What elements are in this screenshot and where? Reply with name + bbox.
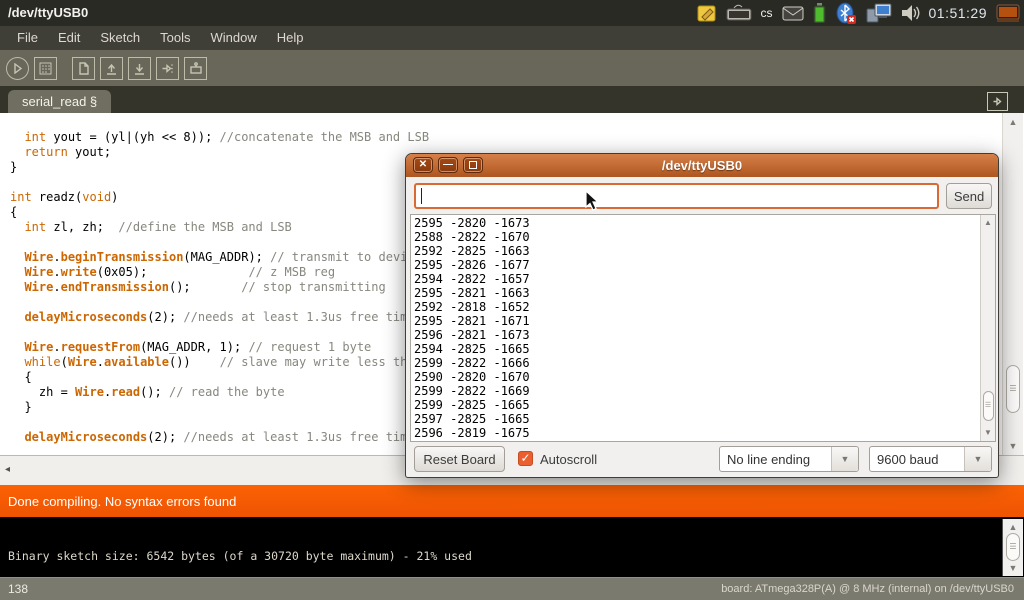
bluetooth-icon[interactable] [835,2,857,25]
toolbar [0,50,1024,86]
tab-bar: serial_read § [0,86,1024,113]
upload-button[interactable] [156,57,179,80]
serial-send-input[interactable] [414,183,939,209]
stop-button[interactable] [34,57,57,80]
top-panel: /dev/ttyUSB0 cs 01:51:29 [0,0,1024,26]
serial-monitor-window: /dev/ttyUSB0 ✕ — Send 2595 -2820 -1673 2… [405,153,999,478]
battery-icon[interactable] [813,3,826,23]
editor-vertical-scrollbar[interactable]: ▲ ☰ ▼ [1002,113,1023,455]
menu-edit[interactable]: Edit [49,28,89,48]
line-ending-value: No line ending [720,447,831,471]
code-area[interactable]: int yout = (yl|(yh << 8)); //concatenate… [10,130,429,445]
clock[interactable]: 01:51:29 [929,5,988,21]
editor-scrollbar-thumb[interactable]: ☰ [1006,365,1020,413]
minimize-button[interactable]: — [438,157,458,173]
text-caret [421,188,422,204]
menubar: File Edit Sketch Tools Window Help [0,26,1024,50]
serial-monitor-controls: Reset Board ✓ Autoscroll No line ending … [406,442,1000,477]
serial-scroll-down-icon[interactable]: ▼ [981,428,995,438]
line-ending-dropdown[interactable]: No line ending ▼ [719,446,859,472]
status-footer: 138 board: ATmega328P(A) @ 8 MHz (intern… [0,577,1024,600]
scroll-left-icon[interactable]: ◂ [5,464,10,475]
scroll-up-icon[interactable]: ▲ [1003,117,1023,127]
serial-output-area[interactable]: 2595 -2820 -1673 2588 -2822 -1670 2592 -… [410,214,996,442]
window-buttons: ✕ — [413,157,483,173]
console-vertical-scrollbar[interactable]: ▲ ☰ ▼ [1002,519,1023,576]
console-scroll-up-icon[interactable]: ▲ [1003,522,1023,532]
menu-tools[interactable]: Tools [151,28,199,48]
volume-icon[interactable] [901,4,920,22]
new-sketch-button[interactable] [72,57,95,80]
scroll-down-icon[interactable]: ▼ [1003,441,1023,451]
baud-rate-dropdown[interactable]: 9600 baud ▼ [869,446,992,472]
line-number-indicator: 138 [8,582,28,596]
mail-icon[interactable] [782,6,804,21]
network-icon[interactable] [866,3,892,24]
serial-scroll-up-icon[interactable]: ▲ [981,218,995,228]
console-scrollbar-thumb[interactable]: ☰ [1006,533,1020,561]
serial-monitor-button[interactable] [184,57,207,80]
save-sketch-button[interactable] [128,57,151,80]
compile-status-message: Done compiling. No syntax errors found [8,494,236,509]
tab-serial-read[interactable]: serial_read § [8,90,111,113]
serial-monitor-title: /dev/ttyUSB0 [662,158,742,173]
close-button[interactable]: ✕ [413,157,433,173]
tab-menu-icon[interactable] [987,92,1008,111]
chevron-down-icon[interactable]: ▼ [831,447,858,471]
console-message: Binary sketch size: 6542 bytes (of a 307… [8,549,472,563]
chevron-down-icon[interactable]: ▼ [964,447,991,471]
menu-window[interactable]: Window [201,28,265,48]
board-info: board: ATmega328P(A) @ 8 MHz (internal) … [721,583,1014,595]
verify-button[interactable] [6,57,29,80]
keyboard-layout-icon[interactable] [726,4,752,22]
autoscroll-label: Autoscroll [540,452,597,467]
menu-help[interactable]: Help [268,28,313,48]
serial-scrollbar-thumb[interactable]: ☰ [983,391,994,421]
console-output: Binary sketch size: 6542 bytes (of a 307… [0,517,1024,577]
system-tray: cs 01:51:29 [697,0,1021,26]
maximize-button[interactable] [463,157,483,173]
menu-file[interactable]: File [8,28,47,48]
serial-monitor-titlebar[interactable]: /dev/ttyUSB0 [406,154,998,177]
panel-window-title: /dev/ttyUSB0 [8,5,88,20]
send-button[interactable]: Send [946,183,992,209]
session-menu-icon[interactable] [996,4,1020,23]
mouse-cursor [585,190,601,212]
notes-icon[interactable] [697,4,717,23]
reset-board-button[interactable]: Reset Board [414,446,505,472]
menu-sketch[interactable]: Sketch [91,28,149,48]
keyboard-layout-label[interactable]: cs [761,6,773,20]
serial-vertical-scrollbar[interactable]: ▲ ☰ ▼ [980,215,995,441]
open-sketch-button[interactable] [100,57,123,80]
baud-rate-value: 9600 baud [870,447,964,471]
autoscroll-checkbox[interactable]: ✓ [518,451,533,466]
console-scroll-down-icon[interactable]: ▼ [1003,563,1023,573]
compile-status-bar: Done compiling. No syntax errors found [0,485,1024,517]
serial-output: 2595 -2820 -1673 2588 -2822 -1670 2592 -… [414,216,530,440]
